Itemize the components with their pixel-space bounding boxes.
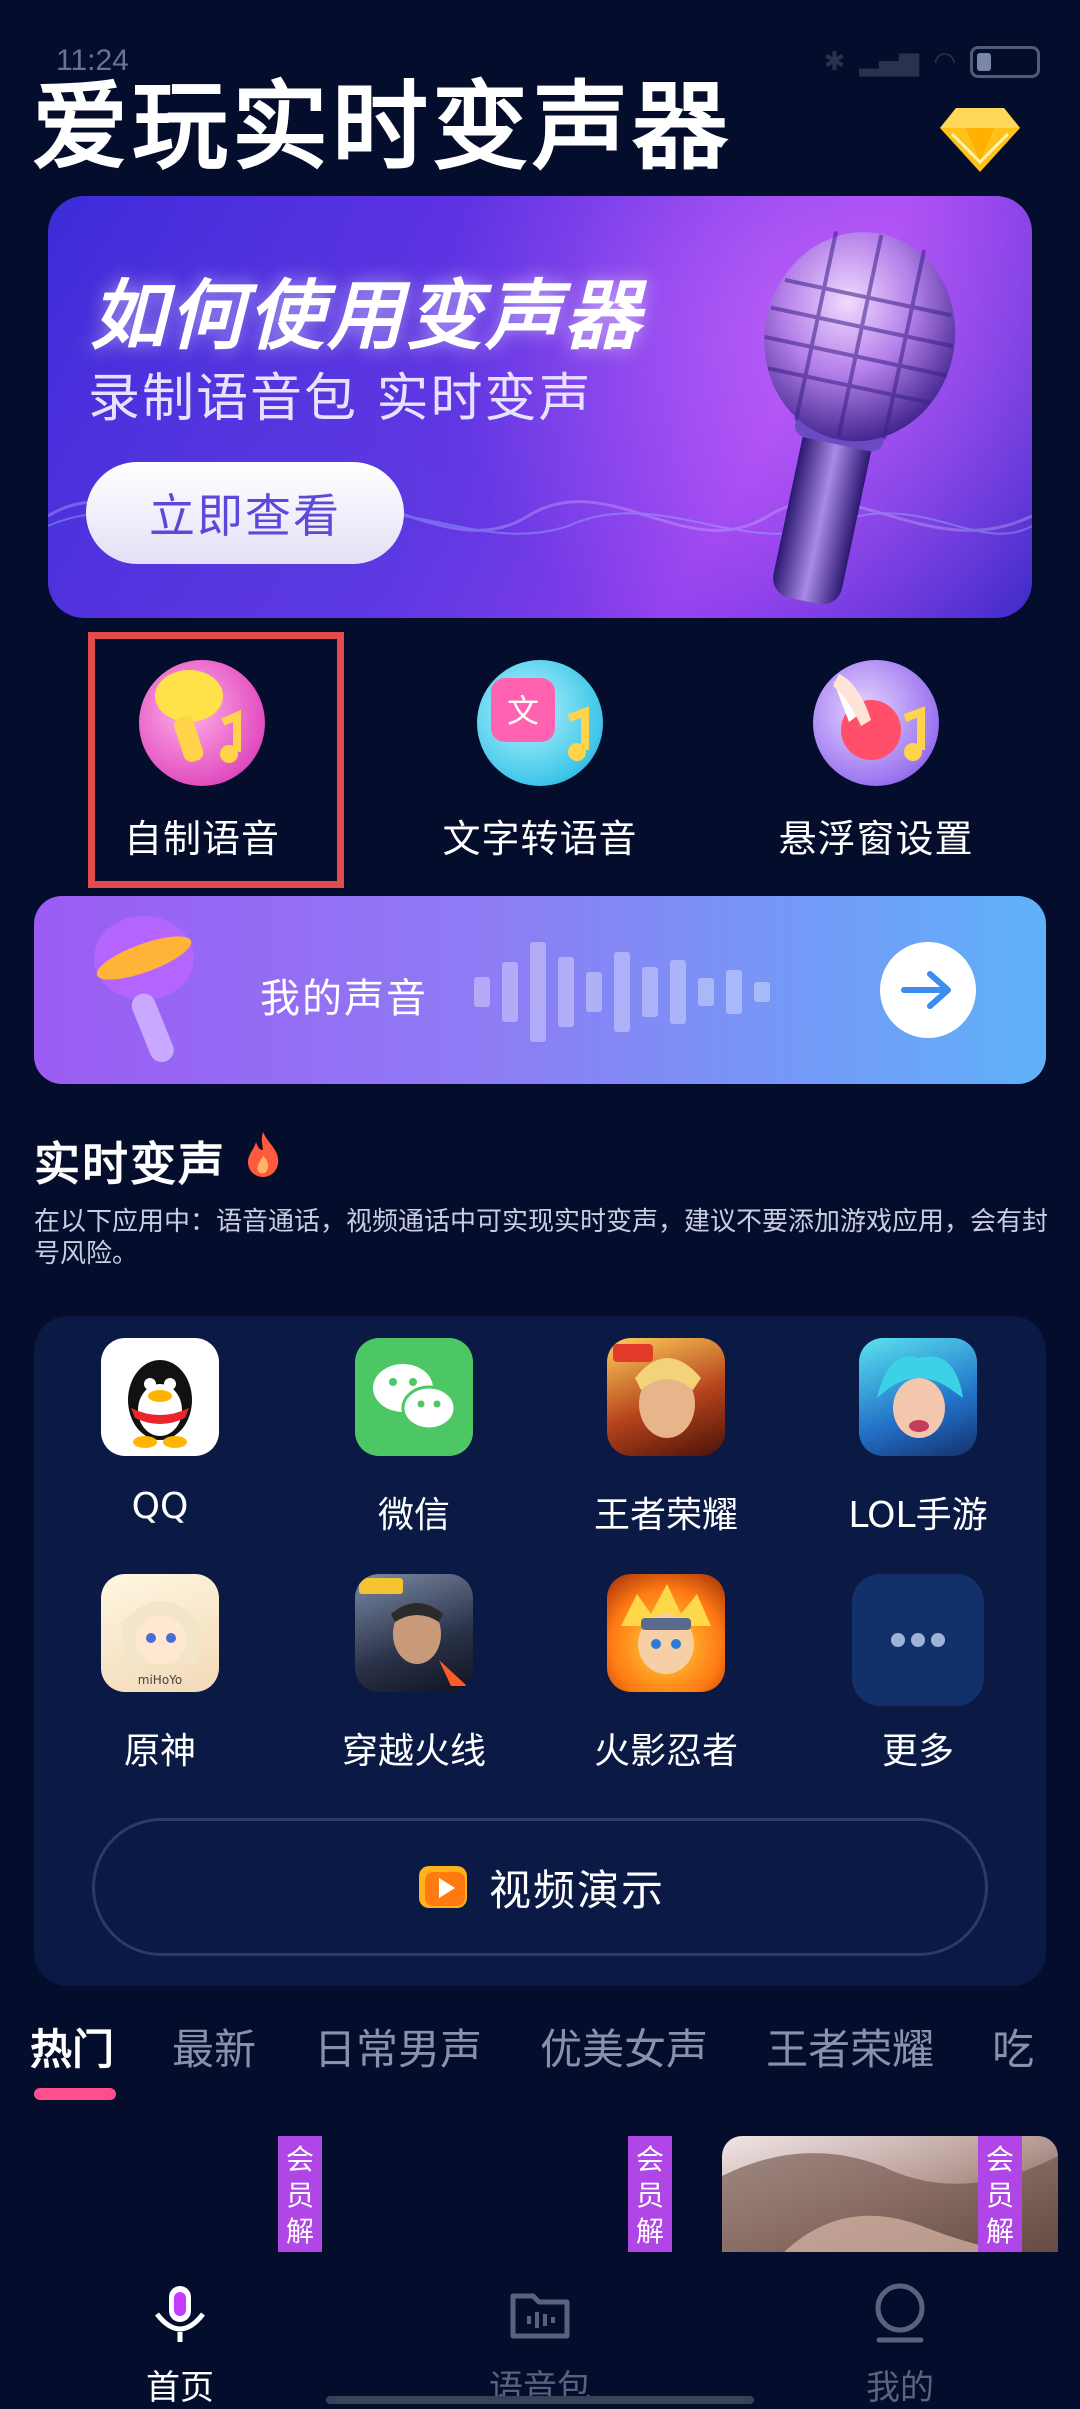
video-demo-label: 视频演示 (488, 1865, 665, 1915)
svg-text:文: 文 (507, 692, 539, 730)
app-label: 火影忍者 (593, 1731, 738, 1772)
folder-audio-icon (510, 2293, 570, 2339)
app-genshin[interactable]: miHoYo 原神 (60, 1574, 260, 1774)
tab-female-voice[interactable]: 优美女声 (540, 2016, 708, 2096)
app-label: 穿越火线 (341, 1731, 486, 1772)
diamond-icon[interactable] (938, 104, 1022, 174)
vip-unlock-badge: 会员解 (278, 2136, 322, 2254)
more-icon (852, 1574, 984, 1706)
tutorial-banner[interactable]: 如何使用变声器 录制语音包 实时变声 立即查看 (48, 196, 1032, 618)
genshin-icon: miHoYo (101, 1574, 219, 1692)
status-icons: ✱ ▂▄▆ ◠ (824, 46, 1040, 78)
app-label: LOL手游 (848, 1495, 988, 1536)
waveform-decoration (474, 942, 770, 1042)
apps-grid-card: QQ 微信 王者荣耀 LOL手游 miHoYo 原神 穿越火线 火影忍者 更多 … (34, 1316, 1046, 1986)
app-label: 微信 (377, 1495, 450, 1536)
tap-hand-icon (813, 660, 939, 786)
home-indicator (326, 2396, 754, 2404)
status-bar: 11:24 ✱ ▂▄▆ ◠ (0, 0, 1080, 80)
wechat-icon (355, 1338, 473, 1456)
feature-text-to-speech[interactable]: 文 文字转语音 (410, 660, 670, 880)
bottom-navigation: 首页 语音包 我的 (0, 2252, 1080, 2408)
app-honor-of-kings[interactable]: 王者荣耀 (566, 1338, 766, 1538)
arrow-right-icon (901, 971, 951, 1009)
my-voice-arrow-button[interactable] (880, 942, 976, 1038)
app-naruto[interactable]: 火影忍者 (566, 1574, 766, 1774)
voice-card-2[interactable]: 会员解 (628, 2136, 672, 2254)
crossfire-icon (355, 1574, 473, 1692)
my-voice-label: 我的声音 (260, 976, 428, 1022)
voice-card-1[interactable]: 会员解 (278, 2136, 322, 2254)
category-tabs: 热门 最新 日常男声 优美女声 王者荣耀 吃 (30, 2016, 1080, 2096)
app-label: 更多 (881, 1731, 954, 1772)
nav-voice-packs[interactable]: 语音包 (440, 2278, 640, 2409)
vip-unlock-badge: 会员解 (978, 2136, 1022, 2254)
my-voice-card[interactable]: 我的声音 (34, 896, 1046, 1084)
realtime-description: 在以下应用中：语音通话，视频通话中可实现实时变声，建议不要添加游戏应用，会有封号… (34, 1207, 1049, 1269)
profile-icon (875, 2283, 925, 2343)
app-label: 原神 (123, 1731, 196, 1772)
qq-icon (101, 1338, 219, 1456)
battery-icon (970, 46, 1040, 78)
nav-mine[interactable]: 我的 (800, 2278, 1000, 2409)
signal-icon: ▂▄▆ (859, 47, 920, 77)
microphone-nav-icon (155, 2286, 205, 2342)
microphone-icon (94, 916, 194, 1063)
app-qq[interactable]: QQ (60, 1338, 260, 1527)
banner-subtitle: 录制语音包 实时变声 (88, 369, 593, 429)
tab-chicken[interactable]: 吃 (992, 2016, 1034, 2096)
app-lol-mobile[interactable]: LOL手游 (818, 1338, 1018, 1538)
tab-male-voice[interactable]: 日常男声 (314, 2016, 482, 2096)
video-play-icon (418, 1866, 467, 1908)
microphone-illustration (764, 231, 956, 605)
page-title: 爱玩实时变声器 (32, 71, 732, 183)
nav-label: 我的 (866, 2368, 934, 2408)
voice-card-3[interactable]: 会员解 (722, 2136, 1058, 2254)
fire-icon (248, 1132, 279, 1177)
feature-label: 文字转语音 (442, 817, 638, 861)
app-wechat[interactable]: 微信 (314, 1338, 514, 1538)
selection-highlight (88, 632, 344, 888)
nav-label: 首页 (146, 2368, 214, 2408)
tab-indicator (34, 2088, 116, 2100)
view-now-button[interactable]: 立即查看 (86, 462, 404, 564)
svg-text:miHoYo: miHoYo (138, 1673, 182, 1687)
realtime-section-title: 实时变声 (34, 1137, 226, 1191)
video-demo-button[interactable]: 视频演示 (92, 1818, 988, 1956)
app-more[interactable]: 更多 (818, 1574, 1018, 1774)
feature-label: 悬浮窗设置 (778, 817, 974, 861)
naruto-icon (607, 1574, 725, 1692)
app-crossfire[interactable]: 穿越火线 (314, 1574, 514, 1774)
feature-floating-window[interactable]: 悬浮窗设置 (746, 660, 1006, 880)
vip-unlock-badge: 会员解 (628, 2136, 672, 2254)
text-to-speech-icon: 文 (477, 660, 603, 786)
honor-of-kings-icon (607, 1338, 725, 1456)
tab-honor-of-kings[interactable]: 王者荣耀 (766, 2016, 934, 2096)
lol-mobile-icon (859, 1338, 977, 1456)
banner-title: 如何使用变声器 (90, 271, 643, 360)
tab-latest[interactable]: 最新 (172, 2016, 256, 2096)
wifi-icon: ◠ (933, 47, 956, 77)
nav-home[interactable]: 首页 (80, 2278, 280, 2409)
app-label: 王者荣耀 (593, 1495, 738, 1536)
bluetooth-icon: ✱ (823, 47, 846, 77)
app-label: QQ (131, 1486, 189, 1527)
tab-hot[interactable]: 热门 (30, 2016, 114, 2096)
